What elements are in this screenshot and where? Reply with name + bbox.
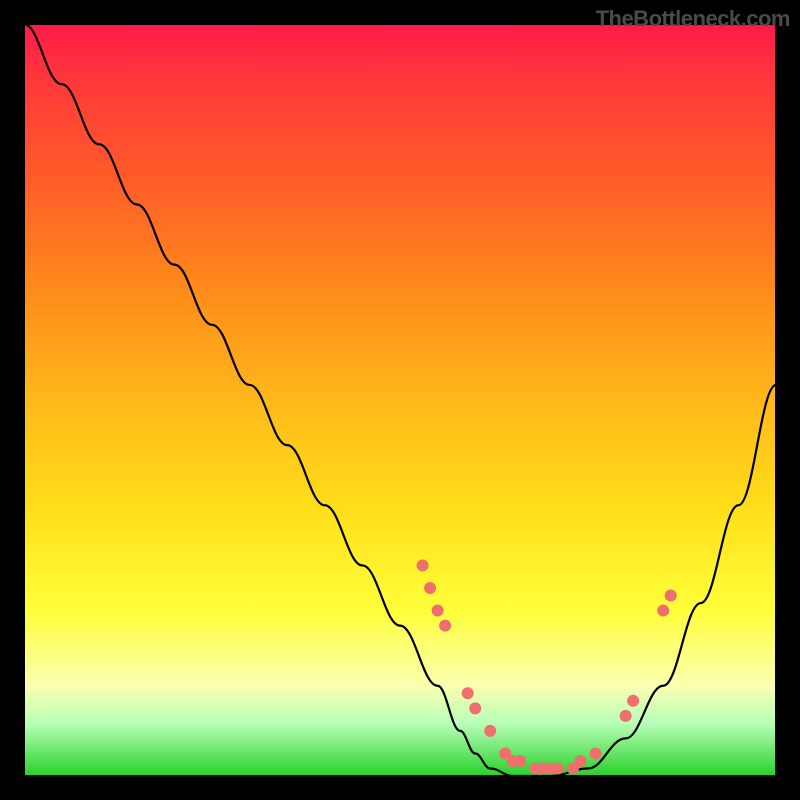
data-marker	[552, 762, 564, 774]
chart-area	[24, 24, 776, 776]
data-marker	[484, 725, 496, 737]
data-marker	[627, 695, 639, 707]
bottleneck-curve	[24, 24, 776, 776]
data-marker	[590, 747, 602, 759]
data-marker	[469, 702, 481, 714]
data-marker	[574, 755, 586, 767]
data-marker	[432, 605, 444, 617]
data-marker	[657, 605, 669, 617]
watermark-text: TheBottleneck.com	[596, 6, 790, 32]
data-marker	[620, 710, 632, 722]
data-marker	[665, 590, 677, 602]
data-marker	[514, 755, 526, 767]
data-marker	[417, 559, 429, 571]
data-marker	[439, 620, 451, 632]
data-marker	[462, 687, 474, 699]
data-marker	[424, 582, 436, 594]
